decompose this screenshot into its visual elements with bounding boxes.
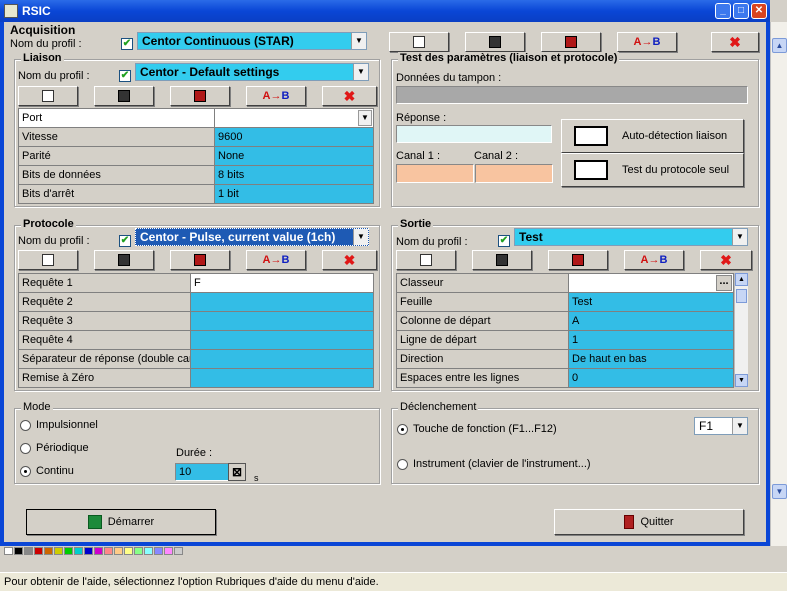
scroll-up-icon[interactable]: ▲	[772, 38, 787, 53]
status-bar: Pour obtenir de l'aide, sélectionnez l'o…	[0, 572, 787, 591]
minimize-button[interactable]: _	[715, 3, 731, 19]
window-scrollbar[interactable]: ▲ ▼	[770, 22, 787, 546]
status-text: Pour obtenir de l'aide, sélectionnez l'o…	[4, 576, 379, 588]
close-button[interactable]: ✕	[751, 3, 767, 19]
window-frame	[0, 22, 770, 546]
color-palette	[4, 546, 264, 556]
window-title: RSIC	[22, 4, 51, 18]
app-icon	[4, 4, 18, 18]
title-bar: RSIC _ □ ✕	[0, 0, 770, 22]
scroll-down-icon[interactable]: ▼	[772, 484, 787, 499]
maximize-button[interactable]: □	[733, 3, 749, 19]
